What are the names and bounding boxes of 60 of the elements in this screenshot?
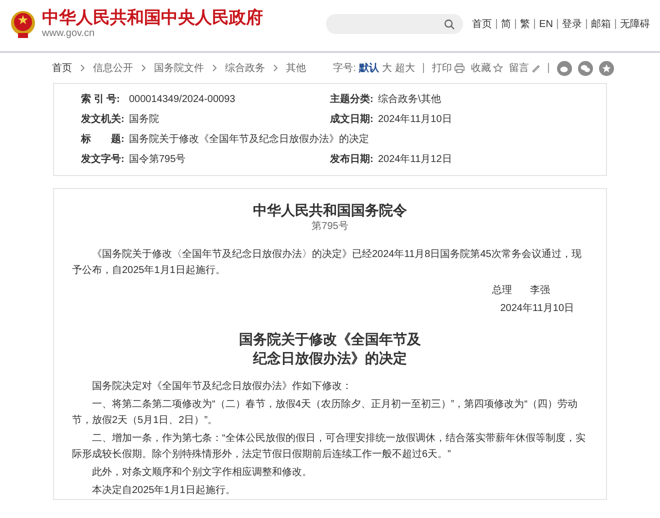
body-paragraph: 二、增加一条，作为第七条：“全体公民放假的假日，可合理安排统一放假调休，结合落实带薪年休假等制度，实际形成较长假期。除个别特殊情形外，法定节假日假期前后连续工作一般不超过6天。”	[72, 432, 586, 462]
chevron-icon	[273, 64, 278, 72]
search-field[interactable]	[326, 14, 464, 34]
body-paragraph: 此外，对条文顺序和个别文字作相应调整和修改。	[91, 466, 313, 480]
emblem-icon	[10, 9, 36, 39]
site-title: 中华人民共和国中央人民政府	[42, 8, 263, 28]
breadcrumb-link[interactable]: 其他	[286, 60, 306, 76]
field-value: 000014349/2024-00093	[129, 93, 236, 107]
intro-paragraph: 《国务院关于修改〈全国年节及纪念日放假办法〉的决定》已经2024年11月8日国务院第45次常务会议通过，现予公布，自2025年1月1日起施行。	[72, 248, 582, 278]
comment-link[interactable]: 留言	[509, 60, 529, 76]
field-label: 索 引 号:	[81, 92, 121, 107]
chevron-icon	[80, 64, 85, 72]
field-value: 2024年11月10日	[378, 113, 452, 127]
star-outline-icon[interactable]	[493, 63, 503, 73]
field-label: 发布日期:	[330, 152, 374, 167]
field-value: 综合政务\其他	[378, 92, 441, 107]
field-value: 2024年11月12日	[378, 153, 452, 167]
pencil-icon[interactable]	[531, 63, 540, 73]
font-size-label: 字号:	[333, 62, 356, 76]
font-size-option[interactable]: 超大	[395, 60, 415, 76]
field-value: 国令第795号	[129, 153, 186, 167]
breadcrumb-link[interactable]: 综合政务	[225, 60, 265, 76]
body-paragraph: 本决定自2025年1月1日起施行。	[91, 484, 236, 498]
field-value: 国务院	[129, 112, 159, 127]
search-icon[interactable]	[444, 18, 456, 30]
breadcrumb-link[interactable]: 信息公开	[93, 60, 133, 76]
document-number: 第795号	[312, 220, 348, 234]
signature-date: 2024年11月10日	[500, 302, 574, 316]
printer-icon[interactable]	[454, 63, 465, 73]
body-paragraph: 国务院决定对《全国年节及纪念日放假办法》作如下修改：	[91, 380, 353, 394]
nav-link[interactable]: 登录	[562, 16, 582, 32]
field-label: 主题分类:	[330, 92, 374, 107]
field-label: 成文日期:	[330, 112, 374, 127]
field-label: 发文字号:	[81, 152, 126, 167]
document-title: 中华人民共和国国务院令	[253, 203, 407, 219]
body-paragraph: 一、将第二条第二项修改为“（二）春节，放假4天（农历除夕、正月初一至初三）”，第四项修改为“（四）劳动节，放假2天（5月1日、2日）”。	[72, 398, 579, 428]
signer-title: 总理	[492, 284, 512, 298]
font-size-option[interactable]: 大	[382, 60, 392, 76]
nav-link[interactable]: 首页	[472, 16, 492, 32]
field-label: 发文机关:	[81, 112, 126, 127]
favorite-link[interactable]: 收藏	[471, 60, 491, 76]
signer-name: 李强	[530, 284, 550, 298]
wechat-icon[interactable]	[578, 60, 593, 76]
decision-title: 纪念日放假办法》的决定	[253, 350, 407, 369]
decision-title: 国务院关于修改《全国年节及	[239, 331, 421, 350]
nav-link[interactable]: EN	[539, 16, 553, 32]
font-size-option[interactable]: 默认	[359, 60, 379, 76]
breadcrumb-link[interactable]: 首页	[52, 60, 72, 76]
nav-link[interactable]: 繁	[520, 16, 530, 32]
chevron-icon	[141, 64, 146, 72]
site-domain: www.gov.cn	[42, 28, 96, 40]
breadcrumb-link[interactable]: 国务院文件	[154, 60, 204, 76]
field-label: 标 题:	[81, 132, 126, 147]
nav-link[interactable]: 简	[501, 16, 512, 32]
weibo-icon[interactable]	[557, 60, 572, 76]
nav-link[interactable]: 邮箱	[591, 16, 611, 32]
field-value: 国务院关于修改《全国年节及纪念日放假办法》的决定	[129, 132, 369, 147]
chevron-icon	[212, 64, 217, 72]
nav-link[interactable]: 无障碍	[620, 16, 650, 32]
print-link[interactable]: 打印	[432, 60, 452, 76]
